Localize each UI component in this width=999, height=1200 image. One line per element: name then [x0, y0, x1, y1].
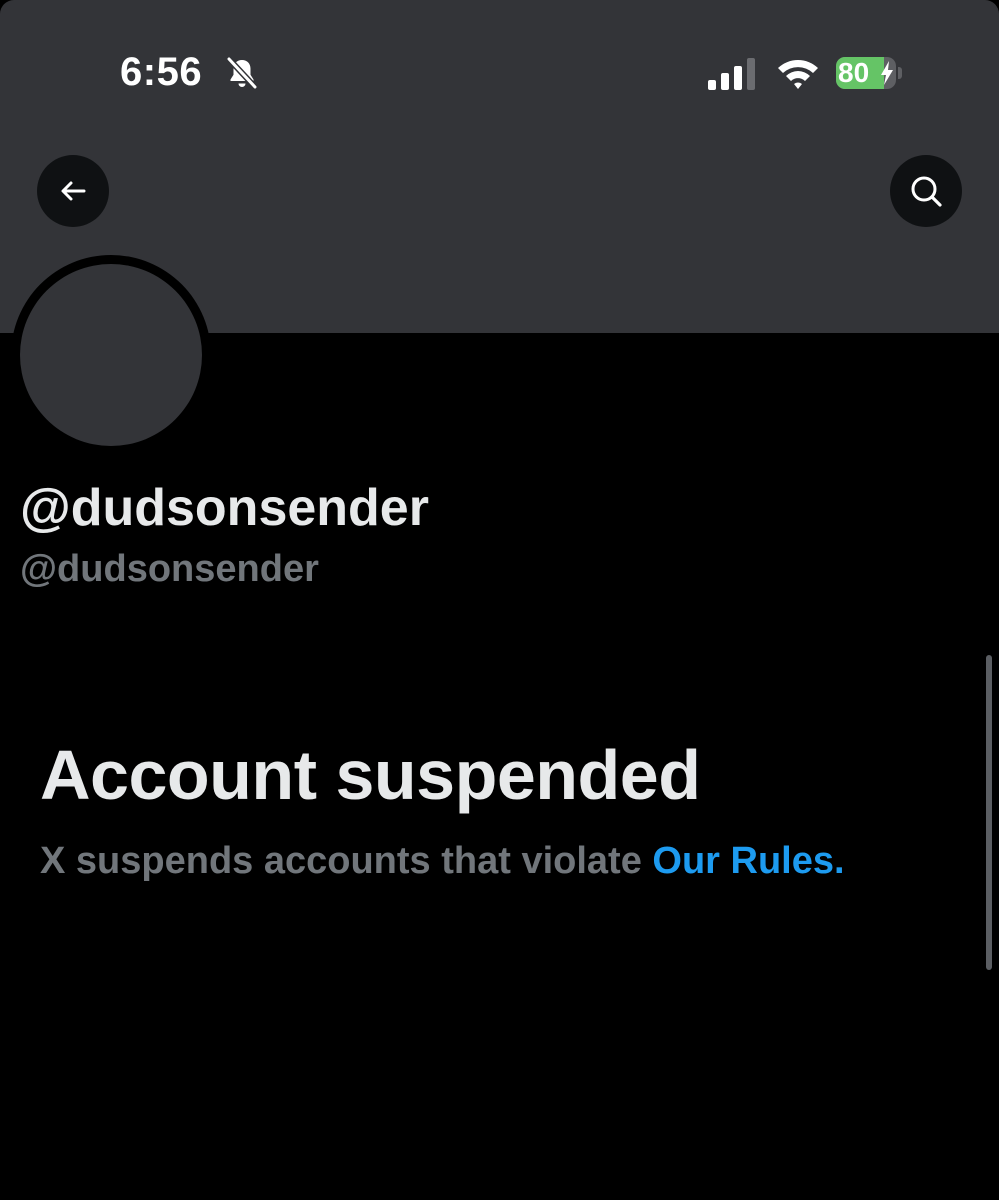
suspended-title: Account suspended — [40, 736, 701, 814]
search-button[interactable] — [890, 155, 962, 227]
profile-screen: 6:56 80 @dudsonsender @dudsonsender Acco… — [0, 0, 999, 1200]
user-handle: @dudsonsender — [20, 548, 319, 590]
suspended-description: X suspends accounts that violate Our Rul… — [40, 840, 845, 883]
back-button[interactable] — [37, 155, 109, 227]
description-period: . — [834, 840, 845, 882]
scrollbar[interactable] — [986, 655, 992, 970]
arrow-left-icon — [61, 181, 86, 201]
bell-slash-icon — [226, 56, 258, 90]
display-name: @dudsonsender — [20, 479, 429, 537]
battery-indicator: 80 — [836, 57, 902, 89]
status-time: 6:56 — [120, 50, 203, 94]
battery-cap — [898, 67, 902, 79]
cellular-signal-icon — [708, 58, 755, 90]
battery-charging-icon — [881, 61, 893, 85]
avatar[interactable] — [20, 264, 202, 446]
search-icon — [911, 176, 942, 207]
wifi-icon — [778, 60, 818, 89]
our-rules-link[interactable]: Our Rules — [652, 840, 834, 882]
battery-level: 80 — [838, 57, 870, 88]
battery-body: 80 — [836, 57, 896, 89]
suspended-description-text: X suspends accounts that violate — [40, 840, 653, 882]
